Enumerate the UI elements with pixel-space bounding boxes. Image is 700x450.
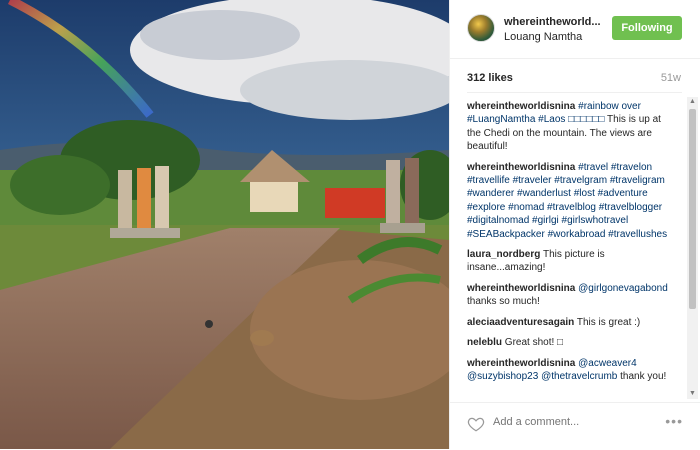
comment-text: Great shot! □ bbox=[504, 337, 564, 349]
likes-count[interactable]: 312 likes bbox=[467, 72, 513, 84]
comment-text: thanks so much! bbox=[467, 296, 540, 308]
list-item: whereintheworldisnina @acweaver4 @suzybi… bbox=[467, 357, 675, 384]
comment-text: thank you! bbox=[617, 370, 667, 382]
post-header: whereintheworld... Louang Namtha Followi… bbox=[450, 0, 700, 59]
post-meta: 312 likes 51w bbox=[450, 70, 700, 90]
post-time[interactable]: 51w bbox=[661, 72, 681, 84]
list-item: whereintheworldisnina #travel #travelon … bbox=[467, 161, 675, 241]
divider bbox=[467, 92, 682, 93]
comment-username[interactable]: whereintheworldisnina bbox=[467, 101, 575, 112]
list-item: neleblu Great shot! □ bbox=[467, 336, 675, 349]
list-item: laura_nordberg This picture is insane...… bbox=[467, 248, 675, 275]
comment-username[interactable]: whereintheworldisnina bbox=[467, 358, 575, 369]
comment-username[interactable]: aleciaadventuresagain bbox=[467, 317, 574, 328]
comment-username[interactable]: laura_nordberg bbox=[467, 249, 540, 260]
comments-list: whereintheworldisnina #rainbow over #Lua… bbox=[467, 100, 675, 398]
scroll-down-icon[interactable]: ▼ bbox=[687, 389, 698, 399]
comment-bar: ••• bbox=[450, 402, 700, 450]
comment-username[interactable]: neleblu bbox=[467, 337, 502, 348]
comment-username[interactable]: whereintheworldisnina bbox=[467, 162, 575, 173]
avatar[interactable] bbox=[467, 14, 495, 42]
add-comment-input[interactable] bbox=[493, 416, 623, 428]
comment-tags[interactable]: #travel #travelon #travellife #traveler … bbox=[467, 162, 667, 240]
comments-scrollbar[interactable]: ▲ ▼ bbox=[687, 97, 698, 399]
post-photo[interactable] bbox=[0, 0, 449, 449]
post-sidebar: whereintheworld... Louang Namtha Followi… bbox=[449, 0, 700, 449]
scroll-thumb[interactable] bbox=[689, 109, 696, 309]
photo-image bbox=[0, 0, 449, 449]
comment-text: This is great :) bbox=[576, 316, 641, 328]
location-link[interactable]: Louang Namtha bbox=[504, 31, 582, 43]
comment-username[interactable]: whereintheworldisnina bbox=[467, 283, 575, 294]
following-button[interactable]: Following bbox=[612, 16, 682, 40]
list-item: whereintheworldisnina @girlgonevagabond … bbox=[467, 282, 675, 309]
list-item: whereintheworldisnina #rainbow over #Lua… bbox=[467, 100, 675, 154]
username-link[interactable]: whereintheworld... bbox=[504, 16, 601, 28]
more-options-icon[interactable]: ••• bbox=[665, 413, 683, 429]
heart-icon[interactable] bbox=[467, 415, 485, 433]
scroll-up-icon[interactable]: ▲ bbox=[687, 97, 698, 107]
list-item: aleciaadventuresagain This is great :) bbox=[467, 316, 675, 329]
comment-tags[interactable]: @girlgonevagabond bbox=[578, 283, 668, 294]
